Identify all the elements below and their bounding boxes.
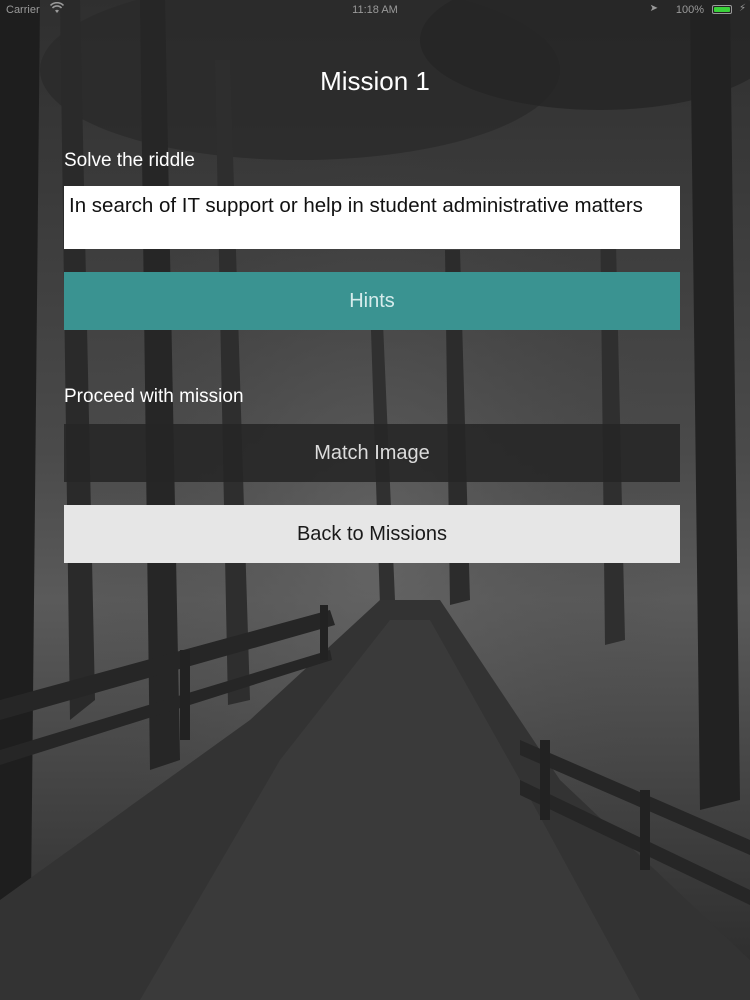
riddle-label: Solve the riddle: [64, 150, 195, 171]
back-to-missions-button[interactable]: Back to Missions: [64, 505, 680, 563]
riddle-text-box: In search of IT support or help in stude…: [64, 186, 680, 249]
match-image-button[interactable]: Match Image: [64, 424, 680, 482]
location-arrow-icon: ➤: [649, 3, 658, 14]
proceed-label: Proceed with mission: [64, 386, 244, 407]
battery-percent: 100%: [675, 4, 704, 16]
status-time: 11:18 AM: [352, 4, 398, 16]
page-title: Mission 1: [320, 66, 430, 96]
status-bar: Carrier 11:18 AM ➤ 100% ⚡: [0, 0, 750, 20]
battery-icon: [712, 5, 732, 14]
charging-bolt-icon: ⚡: [738, 3, 746, 14]
hints-button[interactable]: Hints: [64, 272, 680, 330]
